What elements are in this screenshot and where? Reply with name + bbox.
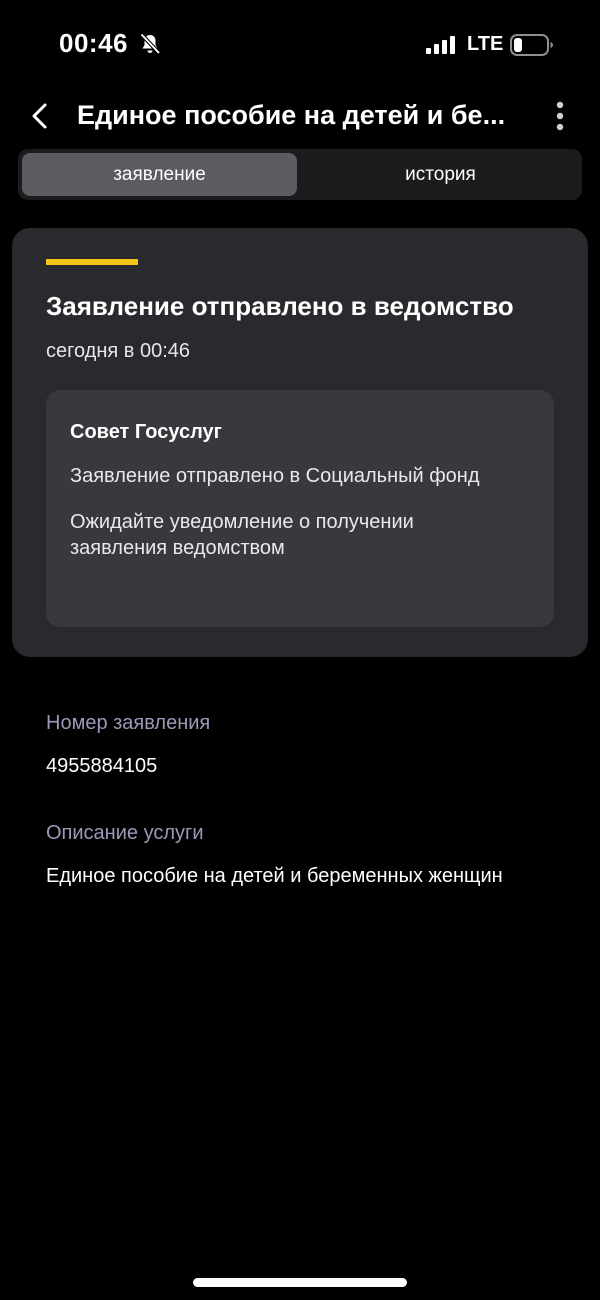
tab-history[interactable]: история — [303, 153, 578, 196]
status-time-label: сегодня в 00:46 — [46, 340, 190, 362]
page-title: Единое пособие на детей и бе... — [77, 100, 506, 130]
network-label: LTE — [467, 33, 504, 55]
status-title: Заявление отправлено в ведомство — [46, 291, 514, 321]
advice-box: Совет Госуслуг Заявление отправлено в Со… — [46, 390, 554, 627]
bell-muted-icon — [140, 33, 161, 55]
status-bar: 00:46 LTE — [0, 0, 600, 88]
vertical-dots-icon[interactable] — [548, 100, 572, 132]
chevron-left-icon[interactable] — [26, 100, 56, 132]
application-number-label: Номер заявления — [46, 712, 211, 734]
application-number-value: 4955884105 — [46, 755, 158, 777]
advice-text-wait: Ожидайте уведомление о получении заявлен… — [70, 511, 414, 559]
nav-header: Единое пособие на детей и бе... — [0, 90, 600, 142]
advice-title: Совет Госуслуг — [70, 421, 222, 443]
tab-switcher: заявление история — [18, 149, 582, 200]
status-accent-bar — [46, 259, 138, 265]
home-indicator[interactable] — [193, 1278, 407, 1287]
advice-text-sent: Заявление отправлено в Социальный фонд — [70, 465, 480, 487]
signal-icon — [426, 36, 455, 54]
tab-application[interactable]: заявление — [22, 153, 297, 196]
status-card: Заявление отправлено в ведомство сегодня… — [12, 228, 588, 657]
service-description-label: Описание услуги — [46, 822, 204, 844]
battery-icon — [510, 34, 553, 56]
status-time: 00:46 — [59, 28, 128, 58]
service-description-value: Единое пособие на детей и беременных жен… — [46, 865, 503, 887]
